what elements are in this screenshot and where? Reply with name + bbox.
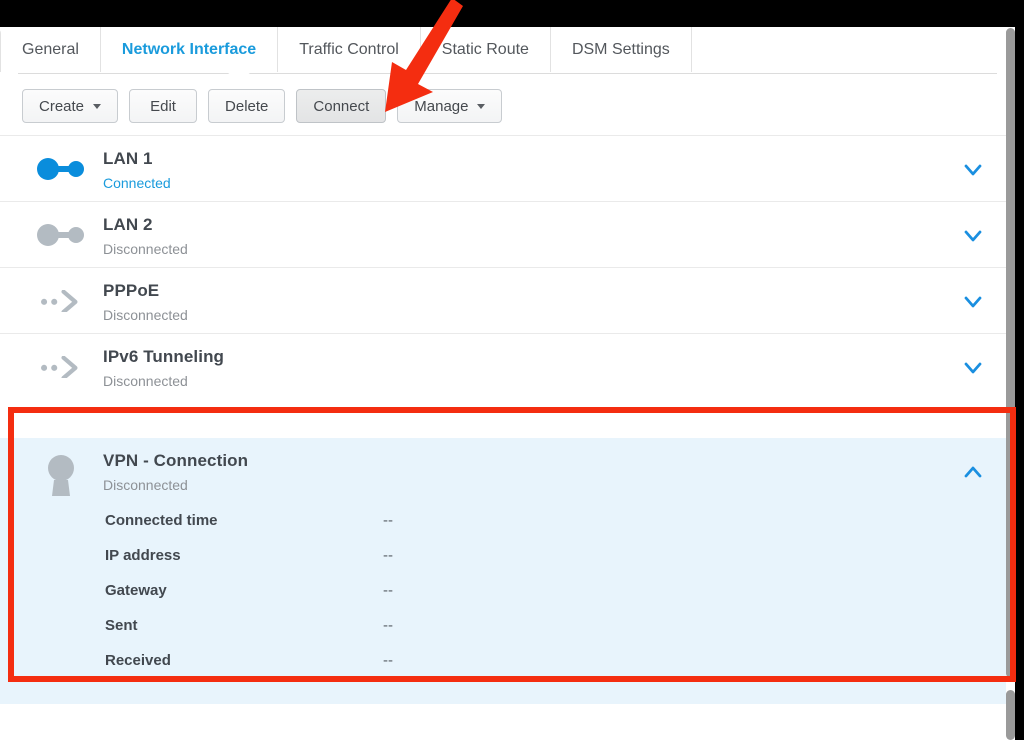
edit-button[interactable]: Edit [129, 89, 198, 123]
interface-status: Connected [103, 175, 171, 191]
interface-row-lan-2[interactable]: LAN 2 Disconnected [0, 201, 1007, 267]
interface-name: VPN - Connection [103, 451, 249, 470]
detail-value: -- [383, 547, 393, 564]
interface-name: IPv6 Tunneling [103, 347, 225, 366]
interface-status: Disconnected [103, 241, 188, 257]
detail-label: Received [105, 652, 171, 669]
window-title-bar [0, 0, 1024, 27]
chevron-down-icon[interactable] [963, 226, 983, 246]
interface-name: LAN 2 [103, 215, 153, 234]
delete-button-label: Delete [225, 97, 269, 115]
detail-label: Connected time [105, 512, 218, 529]
detail-row: Gateway -- [0, 576, 1007, 611]
detail-row: IP address -- [0, 541, 1007, 576]
interface-row-lan-1[interactable]: LAN 1 Connected [0, 135, 1007, 201]
tab-network-interface[interactable]: Network Interface [100, 27, 279, 72]
tab-static-route-label: Static Route [441, 40, 529, 58]
connect-button[interactable]: Connect [296, 89, 387, 123]
window-surface: General Network Interface Traffic Contro… [0, 27, 1015, 740]
edit-button-label: Edit [150, 97, 176, 115]
chevron-down-icon[interactable] [963, 292, 983, 312]
interface-name: PPPoE [103, 281, 160, 300]
chevron-down-icon [477, 103, 486, 109]
tab-traffic-control[interactable]: Traffic Control [278, 27, 421, 72]
create-button-label: Create [39, 97, 85, 115]
detail-value: -- [383, 512, 393, 529]
interface-status: Disconnected [103, 477, 188, 493]
interface-row-pppoe[interactable]: PPPoE Disconnected [0, 267, 1007, 333]
tab-dsm-settings[interactable]: DSM Settings [550, 27, 692, 72]
tab-general[interactable]: General [0, 27, 101, 72]
dots-arrow-icon [33, 334, 89, 400]
toolbar: Create Edit Delete Connect Manage [22, 89, 503, 123]
interface-status: Disconnected [103, 307, 188, 323]
detail-row: Sent -- [0, 611, 1007, 646]
tab-divider [18, 73, 997, 74]
detail-label: Gateway [105, 582, 167, 599]
link-icon [33, 202, 89, 268]
tab-bar: General Network Interface Traffic Contro… [0, 27, 1015, 72]
create-button[interactable]: Create [22, 89, 119, 123]
detail-value: -- [383, 652, 393, 669]
connect-button-label: Connect [313, 97, 370, 115]
window-right-edge [1015, 0, 1024, 740]
detail-label: Sent [105, 617, 138, 634]
network-interface-list: LAN 1 Connected LAN 2 Disconnected PPPoE… [0, 135, 1007, 399]
chevron-down-icon[interactable] [963, 358, 983, 378]
interface-name: LAN 1 [103, 149, 153, 168]
keyhole-icon [33, 438, 89, 504]
tab-general-label: General [22, 40, 79, 58]
detail-row: Received -- [0, 646, 1007, 681]
chevron-down-icon[interactable] [963, 160, 983, 180]
interface-row-vpn-connection[interactable]: VPN - Connection Disconnected Connected … [0, 438, 1007, 704]
dots-arrow-icon [33, 268, 89, 334]
interface-row-ipv6-tunneling[interactable]: IPv6 Tunneling Disconnected [0, 333, 1007, 399]
vpn-details-table: Connected time -- IP address -- Gateway … [0, 506, 1007, 681]
tab-network-interface-label: Network Interface [121, 40, 257, 58]
tab-dsm-settings-label: DSM Settings [571, 40, 670, 58]
active-tab-pointer [228, 66, 250, 74]
scrollbar-thumb-lower[interactable] [1006, 690, 1015, 740]
detail-value: -- [383, 617, 393, 634]
tab-bar-filler [691, 27, 1015, 72]
interface-status: Disconnected [103, 373, 188, 389]
tab-static-route[interactable]: Static Route [420, 27, 551, 72]
link-icon [33, 136, 89, 202]
detail-label: IP address [105, 547, 181, 564]
detail-row: Connected time -- [0, 506, 1007, 541]
tab-traffic-control-label: Traffic Control [299, 40, 399, 58]
scrollbar-thumb[interactable] [1006, 28, 1015, 678]
chevron-up-icon[interactable] [963, 462, 983, 482]
chevron-down-icon [93, 103, 102, 109]
detail-value: -- [383, 582, 393, 599]
delete-button[interactable]: Delete [208, 89, 286, 123]
manage-button[interactable]: Manage [397, 89, 503, 123]
manage-button-label: Manage [414, 97, 469, 115]
